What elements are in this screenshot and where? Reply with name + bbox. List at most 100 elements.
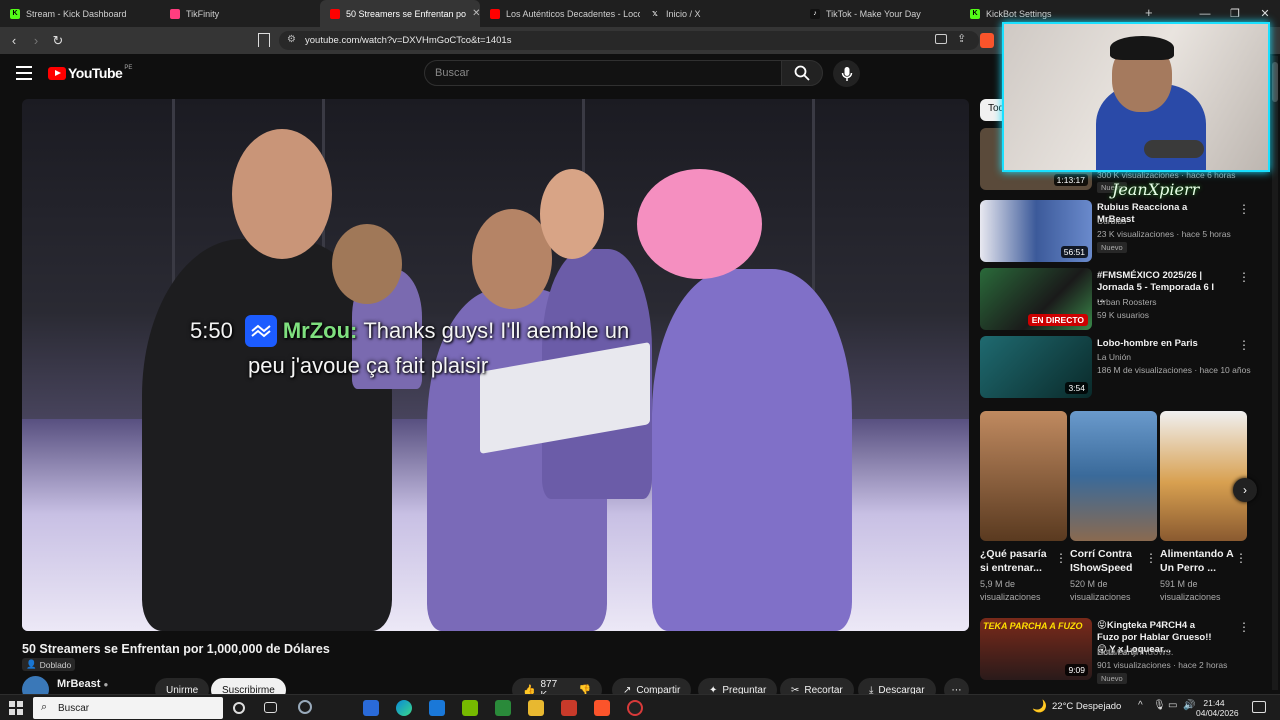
- short-title[interactable]: ¿Qué pasaría si entrenar...: [980, 547, 1056, 575]
- notifications-icon[interactable]: [1252, 701, 1266, 713]
- webcam-overlay: [1002, 22, 1270, 172]
- short-meta: 520 M de visualizaciones: [1070, 579, 1131, 602]
- activate-windows-watermark: activar Windows.: [1098, 647, 1174, 658]
- short-title[interactable]: Alimentando A Un Perro ...: [1160, 547, 1236, 575]
- taskbar-search-input[interactable]: ⌕ Buscar: [33, 697, 223, 719]
- channel-name[interactable]: Urban Roosters: [1097, 297, 1157, 307]
- bookmark-icon[interactable]: [258, 33, 270, 47]
- url-field[interactable]: ⚙ youtube.com/watch?v=DXVHmGoCTco&t=1401…: [279, 31, 979, 50]
- channel-name[interactable]: Curbius: [1097, 216, 1126, 226]
- video-person: [637, 169, 762, 279]
- page-scrollbar[interactable]: [1272, 56, 1278, 690]
- tab-tiktok[interactable]: ♪ TikTok - Make Your Day: [800, 0, 960, 27]
- channel-name-text: MrBeast: [57, 678, 101, 690]
- video-title[interactable]: Lobo-hombre en Paris: [1097, 338, 1217, 350]
- video-title: 50 Streamers se Enfrentan por 1,000,000 …: [22, 642, 330, 656]
- short-thumbnail[interactable]: [980, 411, 1067, 541]
- more-options-icon[interactable]: ⋮: [1238, 338, 1250, 352]
- file-explorer-icon[interactable]: [528, 700, 544, 716]
- scrollbar-thumb[interactable]: [1272, 62, 1278, 102]
- nvidia-icon[interactable]: [462, 700, 478, 716]
- more-options-icon[interactable]: ⋮: [1235, 551, 1247, 565]
- new-tab-button[interactable]: +: [1145, 5, 1153, 20]
- cortana-icon[interactable]: [233, 702, 245, 714]
- more-options-icon[interactable]: ⋮: [1238, 270, 1250, 284]
- chat-message: Thanks guys! I'll aemble un: [363, 318, 630, 343]
- forward-icon[interactable]: ›: [25, 30, 47, 52]
- video-thumbnail[interactable]: 56:51: [980, 200, 1092, 262]
- search-placeholder: Buscar: [435, 67, 470, 79]
- cast-icon[interactable]: [935, 34, 947, 44]
- thumbnail-text: TEKA PARCHA A FUZO: [983, 621, 1083, 631]
- dubbed-label: Doblado: [39, 659, 72, 670]
- brave-shield-icon[interactable]: [980, 33, 994, 48]
- microphone-prop: [1144, 140, 1204, 158]
- start-menu-icon[interactable]: [9, 701, 23, 715]
- brave-browser-icon[interactable]: [594, 700, 610, 716]
- tray-chevron-icon[interactable]: ^: [1138, 700, 1143, 711]
- short-item[interactable]: Alimentando A Un Perro ... 591 M de visu…: [1160, 411, 1247, 604]
- video-meta: 901 visualizaciones · hace 2 horas: [1097, 660, 1228, 670]
- tab-label: Los Auténticos Decadentes - Loco (T: [506, 8, 640, 19]
- country-code: PE: [124, 65, 133, 71]
- channel-name[interactable]: MrBeast ●: [57, 678, 108, 690]
- app-icon[interactable]: [561, 700, 577, 716]
- recommendation-item[interactable]: 56:51 Rubius Reacciona a MrBeast Curbius…: [980, 200, 1270, 262]
- kickbot-icon: K: [970, 8, 980, 19]
- tab-label: Inicio / X: [666, 8, 701, 19]
- video-player[interactable]: 5:50 MrZou: Thanks guys! I'll aemble un …: [22, 99, 969, 631]
- microphone-tray-icon[interactable]: 🎙: [1153, 700, 1166, 711]
- tab-tikfinity[interactable]: TikFinity: [160, 0, 320, 27]
- site-info-icon[interactable]: ⚙: [287, 34, 296, 45]
- network-icon[interactable]: ▭: [1168, 700, 1177, 711]
- more-options-icon[interactable]: ⋮: [1238, 202, 1250, 216]
- tab-x[interactable]: 𝕏 Inicio / X: [640, 0, 800, 27]
- back-icon[interactable]: ‹: [3, 30, 25, 52]
- short-meta: 591 M de visualizaciones: [1160, 579, 1221, 602]
- youtube-logo[interactable]: YouTube PE: [48, 65, 132, 81]
- xbox-app-icon[interactable]: [495, 700, 511, 716]
- recommendation-item[interactable]: EN DIRECTO #FMSMÉXICO 2025/26 | Jornada …: [980, 268, 1270, 330]
- tab-label: TikTok - Make Your Day: [826, 8, 921, 19]
- tab-youtube-video[interactable]: 50 Streamers se Enfrentan po ✕: [320, 0, 480, 27]
- short-item[interactable]: ¿Qué pasaría si entrenar... 5,9 M de vis…: [980, 411, 1067, 604]
- search-button[interactable]: [781, 60, 823, 86]
- task-view-icon[interactable]: [264, 702, 277, 713]
- microphone-icon: [841, 66, 852, 81]
- short-title[interactable]: Corrí Contra IShowSpeed: [1070, 547, 1146, 575]
- tab-kick-dashboard[interactable]: K Stream - Kick Dashboard: [0, 0, 160, 27]
- voice-search-button[interactable]: [833, 60, 860, 87]
- dubbed-badge: 👤 Doblado: [22, 658, 76, 671]
- video-thumbnail[interactable]: 3:54: [980, 336, 1092, 398]
- recommendation-item[interactable]: 3:54 Lobo-hombre en Paris La Unión 186 M…: [980, 336, 1270, 398]
- person-voice-icon: 👤: [26, 659, 37, 669]
- short-item[interactable]: Corrí Contra IShowSpeed 520 M de visuali…: [1070, 411, 1157, 604]
- video-thumbnail[interactable]: TEKA PARCHA A FUZO 9:09: [980, 618, 1092, 680]
- obs-icon[interactable]: [627, 700, 643, 716]
- chat-overlay-line2: peu j'avoue ça fait plaisir: [248, 353, 489, 378]
- search-input[interactable]: Buscar: [424, 60, 782, 86]
- more-options-icon[interactable]: ⋮: [1055, 551, 1067, 565]
- edge-icon[interactable]: [396, 700, 412, 716]
- share-page-icon[interactable]: ⇪: [957, 32, 966, 45]
- store-icon[interactable]: [363, 700, 379, 716]
- reload-icon[interactable]: ↻: [47, 30, 69, 52]
- short-thumbnail[interactable]: [1160, 411, 1247, 541]
- more-options-icon[interactable]: ⋮: [1238, 620, 1250, 634]
- speed-icon[interactable]: [298, 700, 312, 714]
- url-text: youtube.com/watch?v=DXVHmGoCTco&t=1401s: [305, 35, 512, 46]
- menu-icon[interactable]: [16, 66, 32, 80]
- mail-icon[interactable]: [429, 700, 445, 716]
- tab-youtube-music[interactable]: Los Auténticos Decadentes - Loco (T: [480, 0, 640, 27]
- weather-text[interactable]: 22°C Despejado: [1052, 701, 1121, 712]
- close-tab-icon[interactable]: ✕: [466, 8, 480, 19]
- short-thumbnail[interactable]: [1070, 411, 1157, 541]
- volume-icon[interactable]: 🔊: [1183, 700, 1195, 711]
- weather-moon-icon: 🌙: [1032, 699, 1047, 713]
- youtube-play-icon: [48, 66, 66, 80]
- video-thumbnail[interactable]: EN DIRECTO: [980, 268, 1092, 330]
- shorts-next-arrow-icon[interactable]: ›: [1233, 478, 1257, 502]
- channel-name[interactable]: La Unión: [1097, 352, 1131, 362]
- system-clock[interactable]: 21:44 04/04/2026: [1196, 698, 1239, 718]
- more-options-icon[interactable]: ⋮: [1145, 551, 1157, 565]
